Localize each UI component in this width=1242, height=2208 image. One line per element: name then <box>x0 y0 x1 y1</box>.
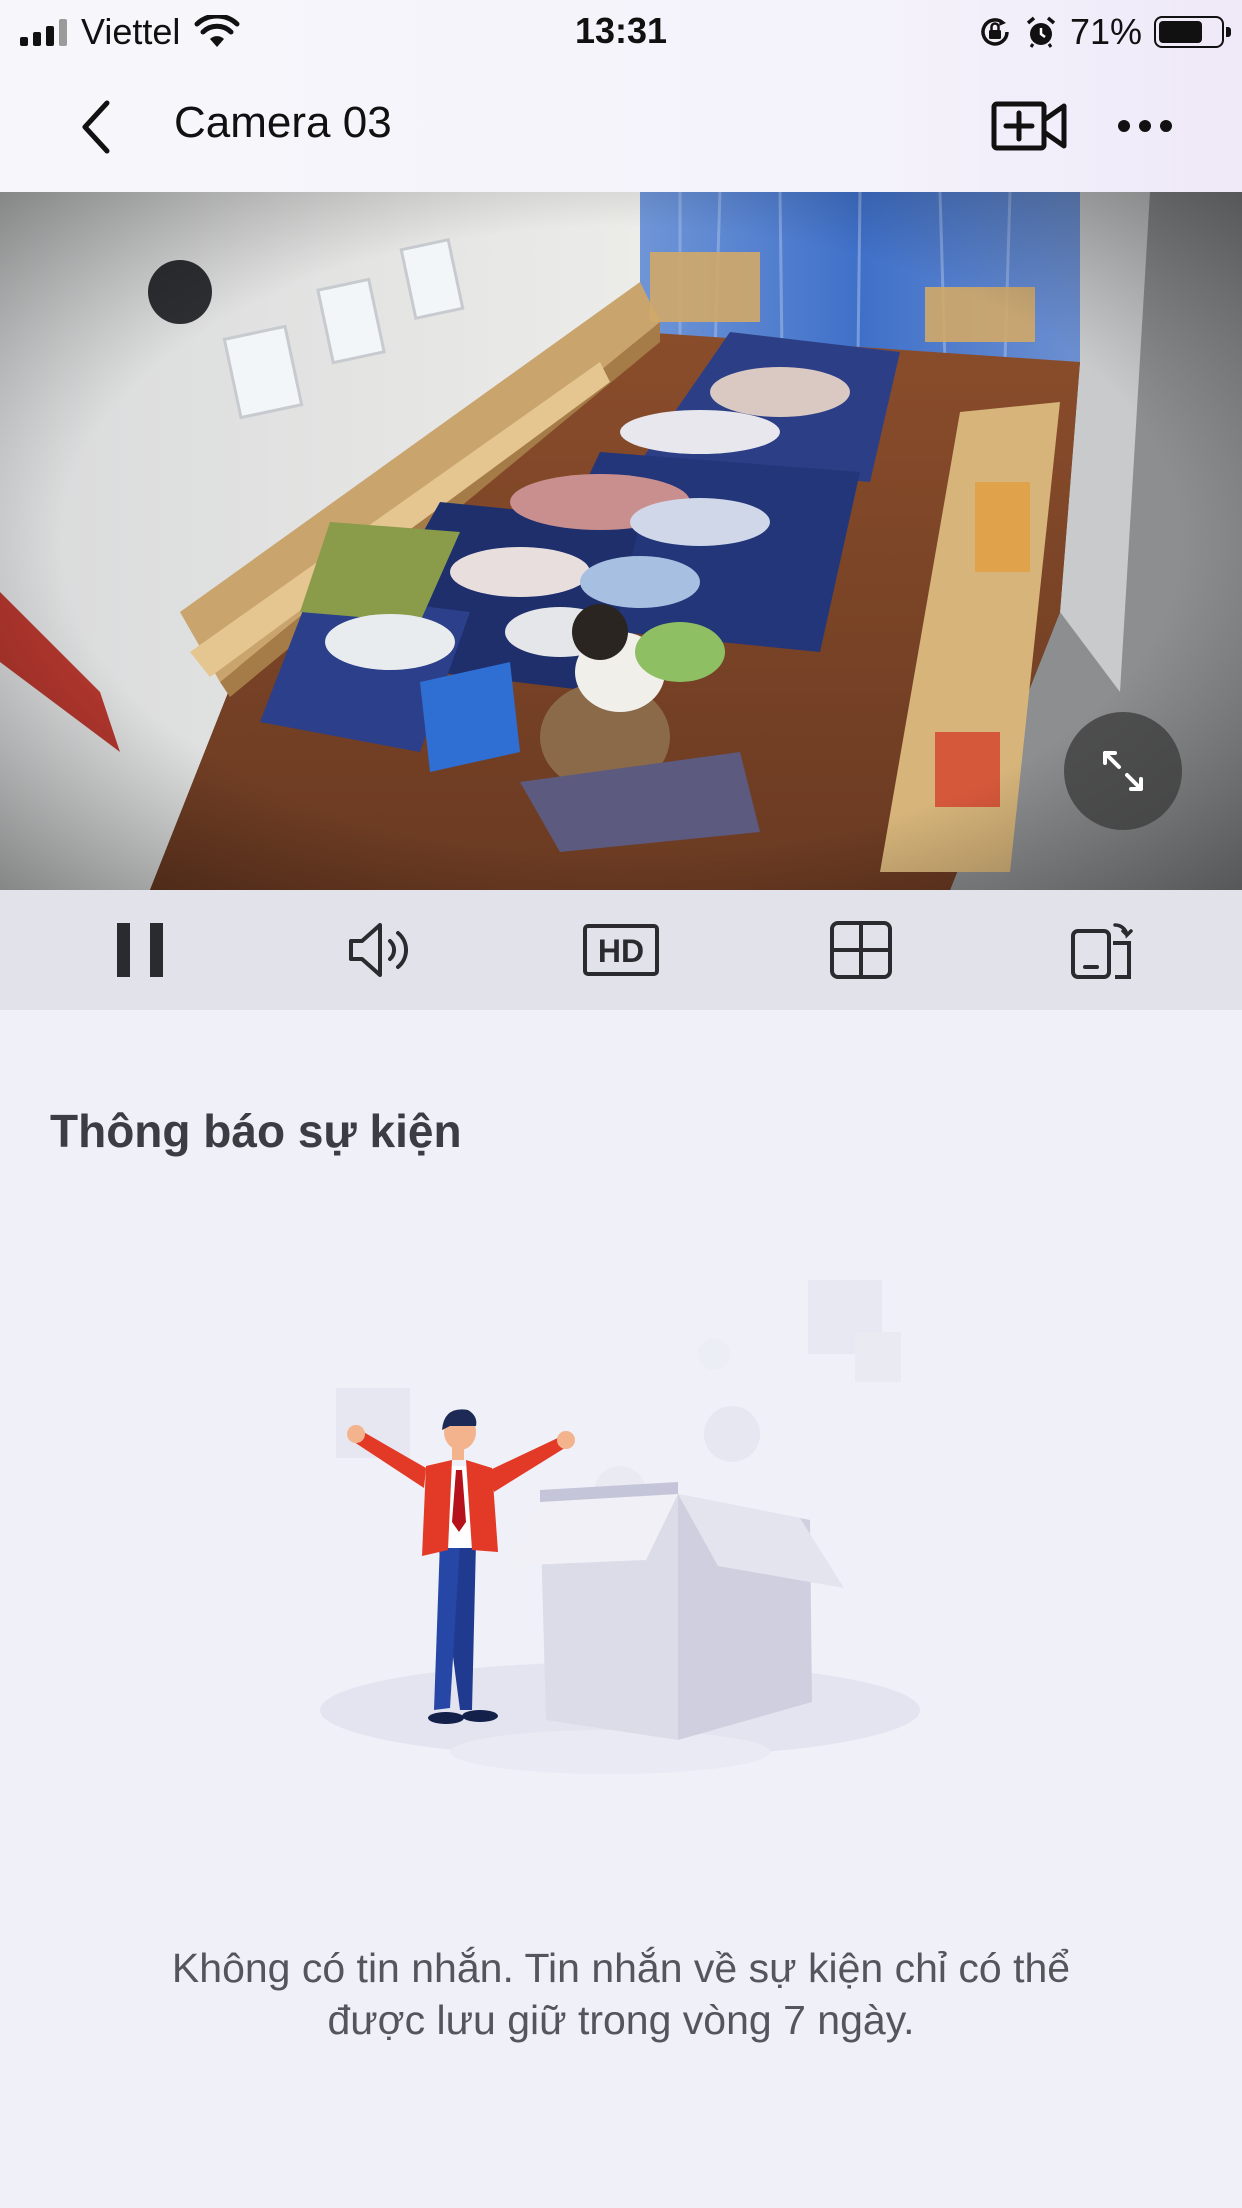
more-dot <box>1139 120 1151 132</box>
battery-level-fill <box>1159 21 1202 43</box>
more-dots-icon <box>1118 120 1130 132</box>
camera-live-feed[interactable] <box>0 192 1242 890</box>
sound-button[interactable] <box>331 905 431 995</box>
battery-icon <box>1154 16 1231 48</box>
status-bar: Viettel 13:31 71% <box>0 0 1242 62</box>
add-video-icon <box>991 101 1067 151</box>
rotate-screen-button[interactable] <box>1052 905 1152 995</box>
empty-message-line-2: được lưu giữ trong vòng 7 ngày. <box>327 1997 915 2043</box>
empty-state-illustration <box>300 1270 940 1790</box>
fullscreen-button[interactable] <box>1064 712 1182 830</box>
camera-feed-image <box>0 192 1242 890</box>
empty-events-message: Không có tin nhắn. Tin nhắn về sự kiện c… <box>100 1942 1142 2046</box>
add-video-button[interactable] <box>990 96 1070 156</box>
navigation-bar: Camera 03 <box>0 62 1242 192</box>
back-button[interactable] <box>62 92 132 162</box>
battery-percent: 71% <box>1069 11 1142 52</box>
empty-box-illustration <box>320 1280 920 1774</box>
speaker-icon <box>348 923 408 977</box>
status-right: 71% <box>978 11 1231 52</box>
multi-view-grid-icon <box>830 921 893 979</box>
back-chevron-icon <box>82 100 110 154</box>
events-section-title: Thông báo sự kiện <box>50 1105 462 1157</box>
pause-icon <box>117 923 164 977</box>
empty-message-line-1: Không có tin nhắn. Tin nhắn về sự kiện c… <box>171 1945 1071 1991</box>
pause-button[interactable] <box>90 905 190 995</box>
orientation-lock-icon <box>981 18 1009 46</box>
multi-view-button[interactable] <box>811 905 911 995</box>
more-button[interactable] <box>1110 96 1180 156</box>
alarm-icon <box>1026 16 1056 48</box>
hd-label: HD <box>598 933 644 969</box>
fullscreen-icon <box>1103 751 1143 791</box>
more-dot <box>1160 120 1172 132</box>
screen-rotate-icon <box>1070 923 1133 979</box>
player-control-bar: HD <box>0 890 1242 1010</box>
hd-quality-icon: HD <box>582 924 659 976</box>
page-title: Camera 03 <box>174 98 392 147</box>
hd-quality-button[interactable]: HD <box>571 905 671 995</box>
